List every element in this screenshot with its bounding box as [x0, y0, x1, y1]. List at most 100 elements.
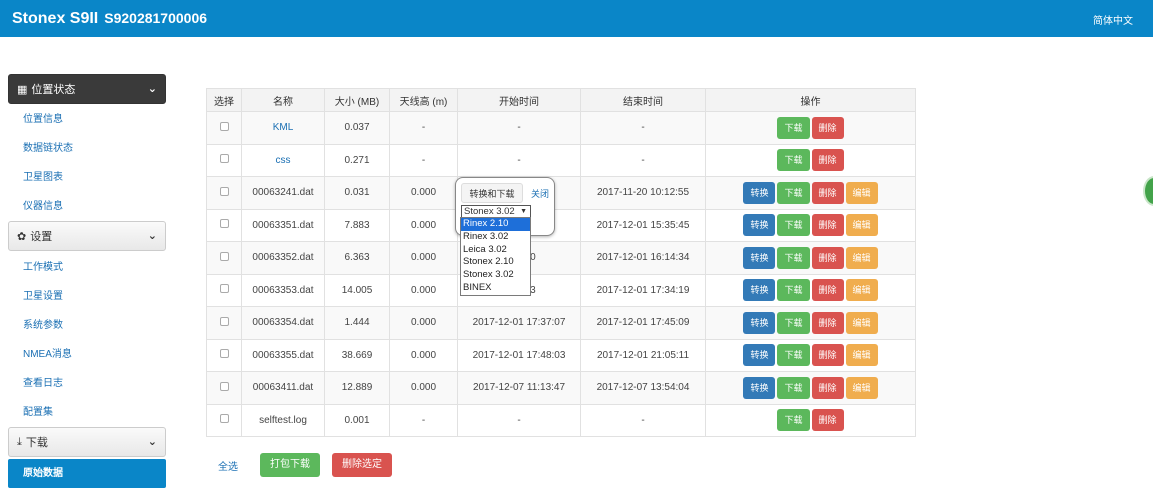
row-checkbox[interactable]	[219, 154, 229, 164]
caret-down-icon: ▼	[520, 208, 527, 215]
name-cell: css	[241, 143, 325, 177]
edit-button[interactable]: 编辑	[845, 344, 878, 367]
edit-button[interactable]: 编辑	[845, 181, 878, 204]
select-all-link[interactable]: 全选	[218, 458, 238, 473]
delete-button[interactable]: 删除	[811, 214, 844, 237]
sidebar-item-satellite-chart[interactable]: 卫星图表	[8, 163, 166, 192]
file-name: 00063241.dat	[252, 187, 314, 199]
end-time-cell: -	[580, 111, 706, 145]
sidebar-item-work-mode[interactable]: 工作模式	[8, 253, 166, 282]
row-checkbox[interactable]	[219, 381, 229, 391]
convert-button[interactable]: 转换	[743, 214, 776, 237]
end-time-cell: 2017-12-01 17:34:19	[580, 273, 706, 307]
download-button[interactable]: 下载	[777, 181, 810, 204]
header-end-time: 结束时间	[580, 88, 706, 112]
delete-button[interactable]: 删除	[811, 311, 844, 334]
brand: Stonex S9II S920281700006	[12, 10, 207, 28]
format-option[interactable]: Stonex 2.10	[461, 256, 530, 269]
format-select-value: Stonex 3.02	[464, 206, 515, 217]
end-time-cell: 2017-12-01 16:14:34	[580, 241, 706, 275]
convert-button[interactable]: 转换	[743, 279, 776, 302]
download-button[interactable]: 下载	[777, 149, 810, 172]
header-size: 大小 (MB)	[324, 88, 390, 112]
delete-button[interactable]: 删除	[811, 246, 844, 269]
download-button[interactable]: 下载	[777, 214, 810, 237]
sidebar-item-raw-data[interactable]: 原始数据	[8, 459, 166, 488]
format-option[interactable]: Rinex 3.02	[461, 231, 530, 244]
end-time-cell: 2017-11-20 10:12:55	[580, 176, 706, 210]
edit-button[interactable]: 编辑	[845, 376, 878, 399]
actions-cell: 转换 下载 删除 编辑	[705, 371, 916, 405]
download-button[interactable]: 下载	[777, 279, 810, 302]
format-option[interactable]: Stonex 3.02	[461, 269, 530, 282]
size-cell: 0.001	[324, 403, 390, 437]
section-download[interactable]: ⤓ 下载 ⌄	[8, 427, 166, 457]
convert-button[interactable]: 转换	[743, 311, 776, 334]
delete-button[interactable]: 删除	[811, 149, 844, 172]
sidebar-item-system-params[interactable]: 系统参数	[8, 311, 166, 340]
convert-button[interactable]: 转换	[743, 181, 776, 204]
convert-download-button[interactable]: 转换和下载	[461, 183, 523, 203]
language-switch[interactable]: 简体中文	[1093, 12, 1133, 27]
table-row: 00063241.dat0.0310.000:442017-11-20 10:1…	[206, 176, 916, 210]
row-checkbox[interactable]	[219, 316, 229, 326]
delete-button[interactable]: 删除	[811, 344, 844, 367]
row-checkbox[interactable]	[219, 414, 229, 424]
row-checkbox[interactable]	[219, 284, 229, 294]
select-cell	[206, 371, 242, 405]
format-option[interactable]: BINEX	[461, 282, 530, 295]
delete-button[interactable]: 删除	[811, 181, 844, 204]
table-row: 00063354.dat 1.444 0.000 2017-12-01 17:37:0…	[206, 306, 916, 340]
delete-button[interactable]: 删除	[811, 116, 844, 139]
header-select: 选择	[206, 88, 242, 112]
sidebar-item-satellite-settings[interactable]: 卫星设置	[8, 282, 166, 311]
row-checkbox[interactable]	[219, 251, 229, 261]
sidebar-item-position-info[interactable]: 位置信息	[8, 105, 166, 134]
antenna-cell: -	[389, 143, 458, 177]
edit-button[interactable]: 编辑	[845, 311, 878, 334]
file-name: selftest.log	[259, 414, 307, 426]
download-button[interactable]: 下载	[777, 376, 810, 399]
convert-button[interactable]: 转换	[743, 376, 776, 399]
convert-button[interactable]: 转换	[743, 344, 776, 367]
sidebar-item-config-set[interactable]: 配置集	[8, 398, 166, 427]
floating-action-icon[interactable]	[1143, 176, 1153, 206]
antenna-cell: -	[389, 403, 458, 437]
select-cell	[206, 306, 242, 340]
convert-button[interactable]: 转换	[743, 246, 776, 269]
download-button[interactable]: 下载	[777, 246, 810, 269]
row-checkbox[interactable]	[219, 219, 229, 229]
pack-download-button[interactable]: 打包下载	[260, 453, 320, 477]
format-option[interactable]: Rinex 2.10	[461, 218, 530, 231]
edit-button[interactable]: 编辑	[845, 279, 878, 302]
antenna-cell: 0.000	[389, 241, 458, 275]
download-button[interactable]: 下载	[777, 311, 810, 334]
download-button[interactable]: 下载	[777, 344, 810, 367]
section-settings[interactable]: ✿ 设置 ⌄	[8, 221, 166, 251]
download-button[interactable]: 下载	[777, 409, 810, 432]
file-name: 00063351.dat	[252, 219, 314, 231]
download-button[interactable]: 下载	[777, 116, 810, 139]
delete-button[interactable]: 删除	[811, 279, 844, 302]
sidebar-item-device-info[interactable]: 仪器信息	[8, 192, 166, 221]
sidebar-item-view-log[interactable]: 查看日志	[8, 369, 166, 398]
edit-button[interactable]: 编辑	[845, 214, 878, 237]
edit-button[interactable]: 编辑	[845, 246, 878, 269]
delete-button[interactable]: 删除	[811, 409, 844, 432]
row-checkbox[interactable]	[219, 349, 229, 359]
delete-button[interactable]: 删除	[811, 376, 844, 399]
row-checkbox[interactable]	[219, 121, 229, 131]
table-row: 00063353.dat14.0050.0006:19:432017-12-01…	[206, 273, 916, 307]
file-name[interactable]: css	[276, 155, 291, 166]
file-name[interactable]: KML	[273, 122, 294, 133]
delete-selected-button[interactable]: 删除选定	[332, 453, 392, 477]
close-link[interactable]: 关闭	[531, 187, 549, 200]
sidebar-item-datalink-status[interactable]: 数据链状态	[8, 134, 166, 163]
actions-cell: 转换 下载 删除 编辑	[705, 273, 916, 307]
section-position-status[interactable]: ▦ 位置状态 ⌄	[8, 74, 166, 104]
format-option[interactable]: Leica 3.02	[461, 244, 530, 257]
sidebar-item-nmea[interactable]: NMEA消息	[8, 340, 166, 369]
row-checkbox[interactable]	[219, 186, 229, 196]
header-antenna: 天线高 (m)	[389, 88, 458, 112]
size-cell: 6.363	[324, 241, 390, 275]
